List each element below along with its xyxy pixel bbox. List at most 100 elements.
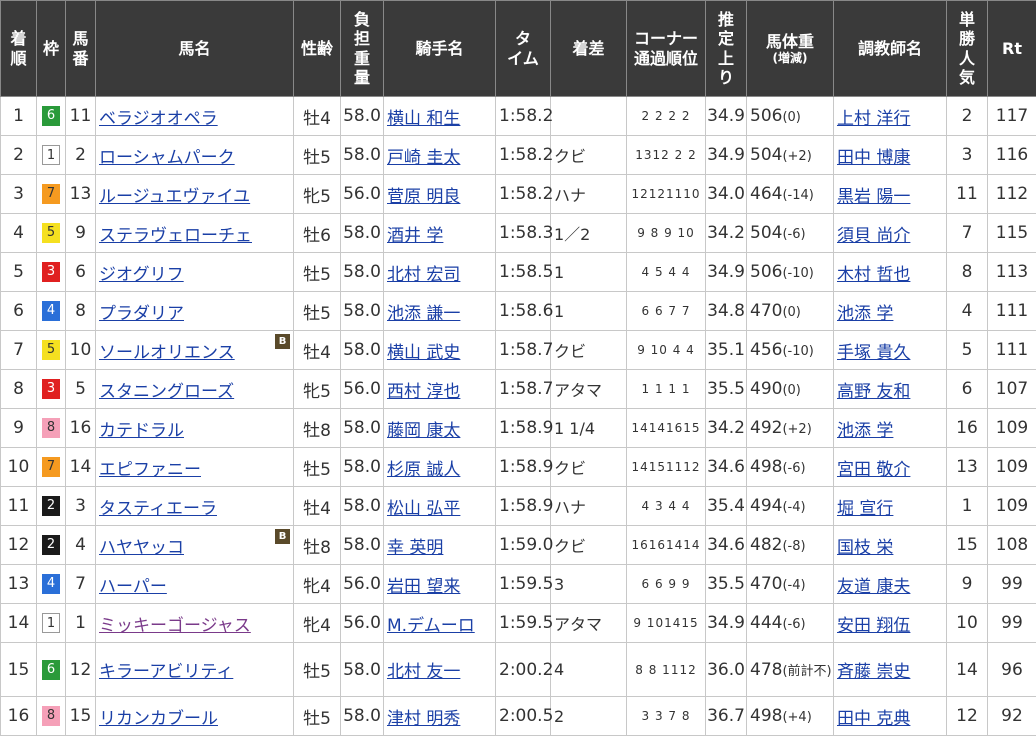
header-rt[interactable]: Rt [987, 0, 1036, 97]
popularity-cell: 14 [946, 642, 988, 697]
trainer-link[interactable]: 木村 哲也 [837, 265, 910, 285]
horse-link[interactable]: ハーパー [99, 577, 167, 597]
horse-link[interactable]: ソールオリエンス [99, 343, 235, 363]
jockey-link[interactable]: 池添 謙一 [387, 304, 460, 324]
horse-link[interactable]: ルージュエヴァイユ [99, 187, 250, 207]
trainer-link[interactable]: 斉藤 崇史 [837, 662, 910, 682]
header-body-weight[interactable]: 馬体重 (増減) [746, 0, 834, 97]
jockey-link[interactable]: 杉原 誠人 [387, 460, 460, 480]
body-weight-cell: 444(-6) [746, 603, 834, 643]
header-waku[interactable]: 枠 [36, 0, 66, 97]
weight-cell: 58.0 [340, 291, 384, 331]
horse-link[interactable]: エピファニー [99, 460, 201, 480]
jockey-link[interactable]: 藤岡 康太 [387, 421, 460, 441]
rank-cell: 3 [0, 174, 37, 214]
weight-cell: 56.0 [340, 603, 384, 643]
header-row: 着順 枠 馬番 馬名 性齢 負担重量 騎手名 タイム 着差 コーナー 通過順位 … [0, 0, 1036, 97]
header-weight[interactable]: 負担重量 [340, 0, 384, 97]
body-weight-diff: (-6) [782, 227, 806, 242]
jockey-link[interactable]: 酒井 学 [387, 226, 443, 246]
jockey-link[interactable]: M.デムーロ [387, 616, 475, 636]
trainer-link[interactable]: 国枝 栄 [837, 538, 893, 558]
horse-link[interactable]: ジオグリフ [99, 265, 184, 285]
horse-link[interactable]: スタニングローズ [99, 382, 234, 402]
jockey-link[interactable]: 津村 明秀 [387, 709, 460, 729]
rt-cell: 99 [987, 603, 1036, 643]
jockey-link[interactable]: 菅原 明良 [387, 187, 460, 207]
header-horse[interactable]: 馬名 [95, 0, 294, 97]
jockey-link[interactable]: 岩田 望来 [387, 577, 460, 597]
horse-link[interactable]: リカンカブール [99, 709, 218, 729]
body-weight-cell: 478(前計不) [746, 642, 834, 697]
horse-link[interactable]: ローシャムパーク [99, 148, 235, 168]
header-rank[interactable]: 着順 [0, 0, 37, 97]
rt-cell: 112 [987, 174, 1036, 214]
trainer-link[interactable]: 池添 学 [837, 421, 893, 441]
jockey-link[interactable]: 横山 武史 [387, 343, 460, 363]
last3f-cell: 35.5 [705, 564, 747, 604]
trainer-link[interactable]: 宮田 敬介 [837, 460, 910, 480]
rank-cell: 10 [0, 447, 37, 487]
header-popularity[interactable]: 単勝人気 [946, 0, 988, 97]
jockey-link[interactable]: 幸 英明 [387, 538, 443, 558]
jockey-link[interactable]: 松山 弘平 [387, 499, 460, 519]
rt-cell: 109 [987, 408, 1036, 448]
horse-link[interactable]: カテドラル [99, 421, 184, 441]
jockey-cell: 横山 武史 [383, 330, 496, 370]
header-trainer[interactable]: 調教師名 [833, 0, 947, 97]
header-umaban[interactable]: 馬番 [65, 0, 96, 97]
header-jockey[interactable]: 騎手名 [383, 0, 496, 97]
trainer-link[interactable]: 田中 博康 [837, 148, 910, 168]
trainer-link[interactable]: 手塚 貴久 [837, 343, 910, 363]
trainer-link[interactable]: 堀 宣行 [837, 499, 893, 519]
rt-cell: 116 [987, 135, 1036, 175]
horse-link[interactable]: キラーアビリティ [99, 662, 233, 682]
sex-age-cell: 牡6 [293, 213, 341, 253]
body-weight-diff: (-4) [782, 578, 806, 593]
weight-cell: 58.0 [340, 486, 384, 526]
trainer-link[interactable]: 高野 友和 [837, 382, 910, 402]
sex-age-cell: 牡4 [293, 330, 341, 370]
rank-cell: 5 [0, 252, 37, 292]
waku-badge: 2 [42, 535, 60, 555]
horse-link[interactable]: ベラジオオペラ [99, 109, 218, 129]
table-row: 10 7 14 エピファニー 牡5 58.0 杉原 誠人 1:58.9 クビ 1… [0, 447, 1036, 487]
horse-link[interactable]: タスティエーラ [99, 499, 217, 519]
trainer-link[interactable]: 田中 克典 [837, 709, 910, 729]
trainer-link[interactable]: 黒岩 陽一 [837, 187, 910, 207]
body-weight-value: 482 [750, 535, 783, 555]
header-sex-age[interactable]: 性齢 [293, 0, 341, 97]
header-corner-line1: コーナー [633, 29, 698, 49]
umaban-cell: 8 [65, 291, 96, 331]
trainer-link[interactable]: 池添 学 [837, 304, 893, 324]
header-last3f[interactable]: 推定上り [705, 0, 747, 97]
horse-link[interactable]: ミッキーゴージャス [99, 616, 251, 636]
horse-link[interactable]: ハヤヤッコ [99, 538, 184, 558]
jockey-link[interactable]: 西村 淳也 [387, 382, 460, 402]
trainer-link[interactable]: 須貝 尚介 [837, 226, 910, 246]
jockey-link[interactable]: 横山 和生 [387, 109, 460, 129]
header-corner[interactable]: コーナー 通過順位 [626, 0, 706, 97]
corner-cell: 6 6 7 7 [626, 291, 706, 331]
waku-badge: 5 [42, 223, 60, 243]
body-weight-value: 498 [750, 706, 783, 726]
waku-badge: 8 [42, 706, 60, 726]
jockey-link[interactable]: 戸崎 圭太 [387, 148, 460, 168]
trainer-link[interactable]: 友道 康夫 [837, 577, 910, 597]
trainer-link[interactable]: 上村 洋行 [837, 109, 910, 129]
header-margin[interactable]: 着差 [550, 0, 627, 97]
time-cell: 1:58.7 [495, 369, 553, 409]
jockey-link[interactable]: 北村 友一 [387, 662, 460, 682]
margin-cell: ハナ [550, 174, 627, 214]
trainer-link[interactable]: 安田 翔伍 [837, 616, 910, 636]
rank-cell: 6 [0, 291, 37, 331]
rank-cell: 9 [0, 408, 37, 448]
body-weight-cell: 504(-6) [746, 213, 834, 253]
header-time[interactable]: タイム [495, 0, 551, 97]
horse-link[interactable]: プラダリア [99, 304, 184, 324]
rt-cell: 96 [987, 642, 1036, 697]
last3f-cell: 36.0 [705, 642, 747, 697]
margin-cell: 1／2 [550, 213, 627, 253]
horse-link[interactable]: ステラヴェローチェ [99, 226, 252, 246]
jockey-link[interactable]: 北村 宏司 [387, 265, 460, 285]
